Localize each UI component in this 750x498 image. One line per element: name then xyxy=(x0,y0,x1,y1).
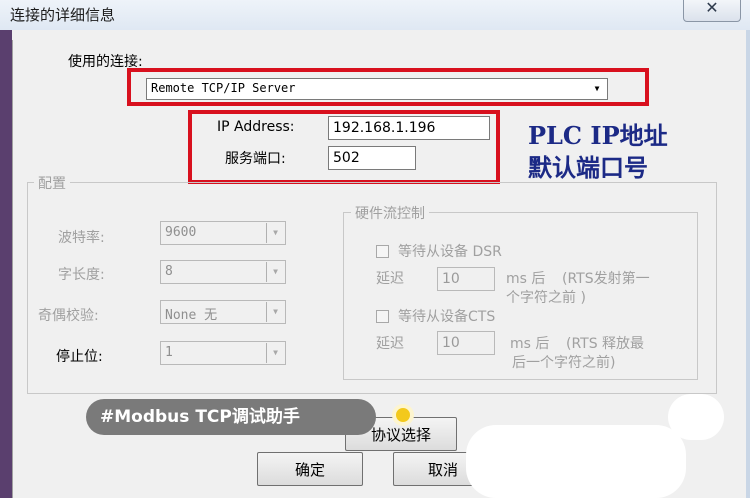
port-input[interactable]: 502 xyxy=(328,146,416,170)
chevron-down-icon: ▼ xyxy=(266,343,284,363)
word-length-select: 8 ▼ xyxy=(160,260,286,284)
port-label: 服务端口: xyxy=(225,151,286,167)
baud-value: 9600 xyxy=(165,225,197,240)
background-strip xyxy=(0,30,12,498)
cts-label: 等待从设备CTS xyxy=(398,309,496,325)
cts-delay-label: 延迟 xyxy=(376,336,404,352)
baud-label: 波特率: xyxy=(58,230,105,246)
close-icon: ✕ xyxy=(705,0,719,17)
chevron-down-icon[interactable]: ▼ xyxy=(588,80,606,98)
ip-label: IP Address: xyxy=(217,119,295,135)
watermark-tag: #Modbus TCP调试助手 xyxy=(86,399,376,435)
parity-label: 奇偶校验: xyxy=(38,308,99,324)
parity-select: None 无 ▼ xyxy=(160,300,286,324)
ip-address-input[interactable]: 192.168.1.196 xyxy=(328,116,490,140)
window-title: 连接的详细信息 xyxy=(10,6,116,24)
chevron-down-icon: ▼ xyxy=(266,262,284,282)
cts-note-line2: 后一个字符之前) xyxy=(512,355,616,371)
dsr-note-line2: 个字符之前 ) xyxy=(506,290,586,306)
cts-checkbox[interactable] xyxy=(376,310,389,323)
chevron-down-icon: ▼ xyxy=(266,223,284,243)
chevron-down-icon: ▼ xyxy=(266,302,284,322)
annotation-line1: PLC IP地址 xyxy=(528,121,668,150)
word-length-value: 8 xyxy=(165,264,173,279)
word-length-label: 字长度: xyxy=(58,267,105,283)
connection-value: Remote TCP/IP Server xyxy=(151,81,296,95)
dsr-checkbox[interactable] xyxy=(376,245,389,258)
stop-bits-select: 1 ▼ xyxy=(160,341,286,365)
baud-select: 9600 ▼ xyxy=(160,221,286,245)
config-legend: 配置 xyxy=(34,173,70,193)
annotation-line2: 默认端口号 xyxy=(528,153,648,182)
dsr-delay-unit: ms 后 xyxy=(506,271,546,287)
watermark-dot xyxy=(392,404,414,426)
cts-note-line1: (RTS 释放最 xyxy=(566,336,645,352)
flow-legend: 硬件流控制 xyxy=(351,203,429,223)
close-button[interactable]: ✕ xyxy=(683,0,741,22)
connection-select[interactable]: Remote TCP/IP Server ▼ xyxy=(146,78,608,100)
cts-delay-unit: ms 后 xyxy=(510,336,550,352)
redaction-blob-small xyxy=(668,394,724,440)
dsr-delay-label: 延迟 xyxy=(376,271,404,287)
stop-bits-label: 停止位: xyxy=(56,349,103,365)
stop-bits-value: 1 xyxy=(165,345,173,360)
parity-value: None 无 xyxy=(165,308,218,323)
dsr-delay-input[interactable]: 10 xyxy=(437,267,495,291)
dsr-label: 等待从设备 DSR xyxy=(398,244,502,260)
redaction-blob xyxy=(466,425,686,498)
dsr-note-line1: (RTS发射第一 xyxy=(562,271,650,287)
cts-delay-input[interactable]: 10 xyxy=(437,331,495,355)
ok-button[interactable]: 确定 xyxy=(257,452,363,486)
